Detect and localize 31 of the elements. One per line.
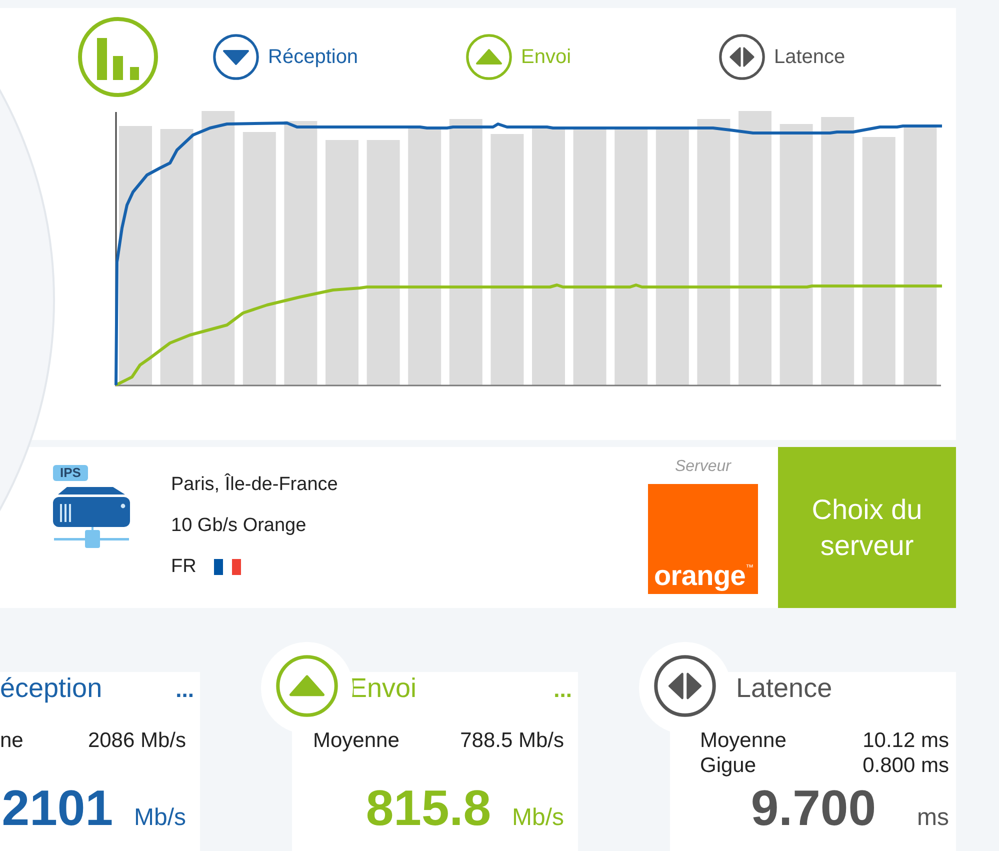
server-caption: Serveur	[674, 457, 732, 477]
result-unit: Mb/s	[510, 804, 564, 832]
stat-label: ne	[0, 728, 24, 753]
more-button[interactable]: ...	[554, 679, 572, 701]
bar-chart-icon	[78, 17, 158, 97]
more-button[interactable]: ...	[176, 679, 194, 701]
left-right-triangles-icon	[719, 34, 765, 80]
stat-label: Moyenne	[313, 728, 400, 753]
result-title: éception	[0, 672, 102, 704]
server-choice-button[interactable]: Choix du serveur	[778, 447, 956, 608]
server-info-text: Paris, Île-de-France	[171, 472, 339, 497]
country-code: FR	[171, 555, 196, 579]
result-value: 9.700	[750, 780, 876, 836]
stat-label: Moyenne	[700, 728, 786, 753]
stat-value: 0.800 ms	[862, 753, 949, 778]
legend-label: Latence	[774, 46, 846, 68]
isp-badge: IPS	[53, 465, 88, 481]
result-value: 815.8	[366, 780, 491, 836]
legend-label: Réception	[268, 46, 358, 68]
stat-label: Gigue	[700, 753, 756, 778]
server-info-text: 10 Gb/s Orange	[171, 514, 308, 538]
result-title: Latence	[736, 672, 832, 704]
server-logo: orange$^{™}$	[648, 484, 758, 594]
stat-value: 10.12 ms	[862, 728, 949, 753]
stat-value: 788.5 Mb/s	[460, 728, 564, 753]
flag-icon	[214, 558, 242, 574]
stat-value: 2086 Mb/s	[88, 728, 186, 753]
legend-label: Envoi	[521, 46, 572, 68]
result-unit: Mb/s	[132, 804, 186, 832]
result-value: 2101	[2, 780, 113, 836]
result-unit: ms	[916, 804, 949, 832]
